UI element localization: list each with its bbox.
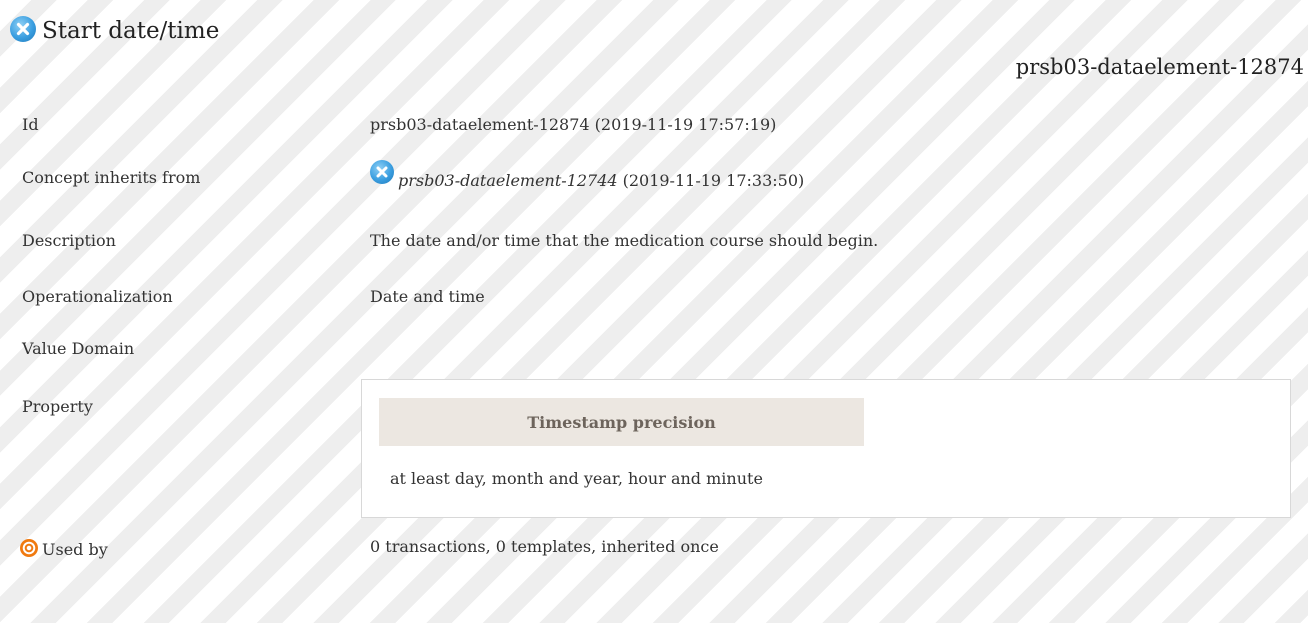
used-by-label-wrap: Used by [20, 537, 108, 559]
concept-title-bar: Start date/time [10, 16, 220, 44]
description-value: The date and/or time that the medication… [370, 231, 879, 250]
id-label: Id [22, 115, 39, 134]
operationalization-value: Date and time [370, 287, 485, 306]
page-title: Start date/time [42, 18, 220, 44]
property-table: Timestamp precision at least day, month … [361, 379, 1291, 518]
concept-id-heading: prsb03-dataelement-12874 [1015, 55, 1304, 79]
operationalization-label: Operationalization [22, 287, 173, 306]
cancelled-x-icon [370, 160, 394, 184]
inherits-label: Concept inherits from [22, 168, 201, 187]
inherits-date: (2019-11-19 17:33:50) [622, 171, 805, 190]
cancelled-x-icon [10, 16, 36, 42]
property-label: Property [22, 397, 93, 416]
target-icon [20, 539, 38, 557]
used-by-label: Used by [42, 540, 108, 559]
inherits-ref-link[interactable]: prsb03-dataelement-12744 [398, 171, 618, 190]
description-label: Description [22, 231, 116, 250]
id-value: prsb03-dataelement-12874 (2019-11-19 17:… [370, 115, 777, 134]
property-value: at least day, month and year, hour and m… [390, 469, 763, 488]
value-domain-label: Value Domain [22, 339, 135, 358]
used-by-value: 0 transactions, 0 templates, inherited o… [370, 537, 719, 556]
property-header: Timestamp precision [379, 398, 864, 446]
inherits-value: prsb03-dataelement-12744 (2019-11-19 17:… [370, 160, 805, 190]
